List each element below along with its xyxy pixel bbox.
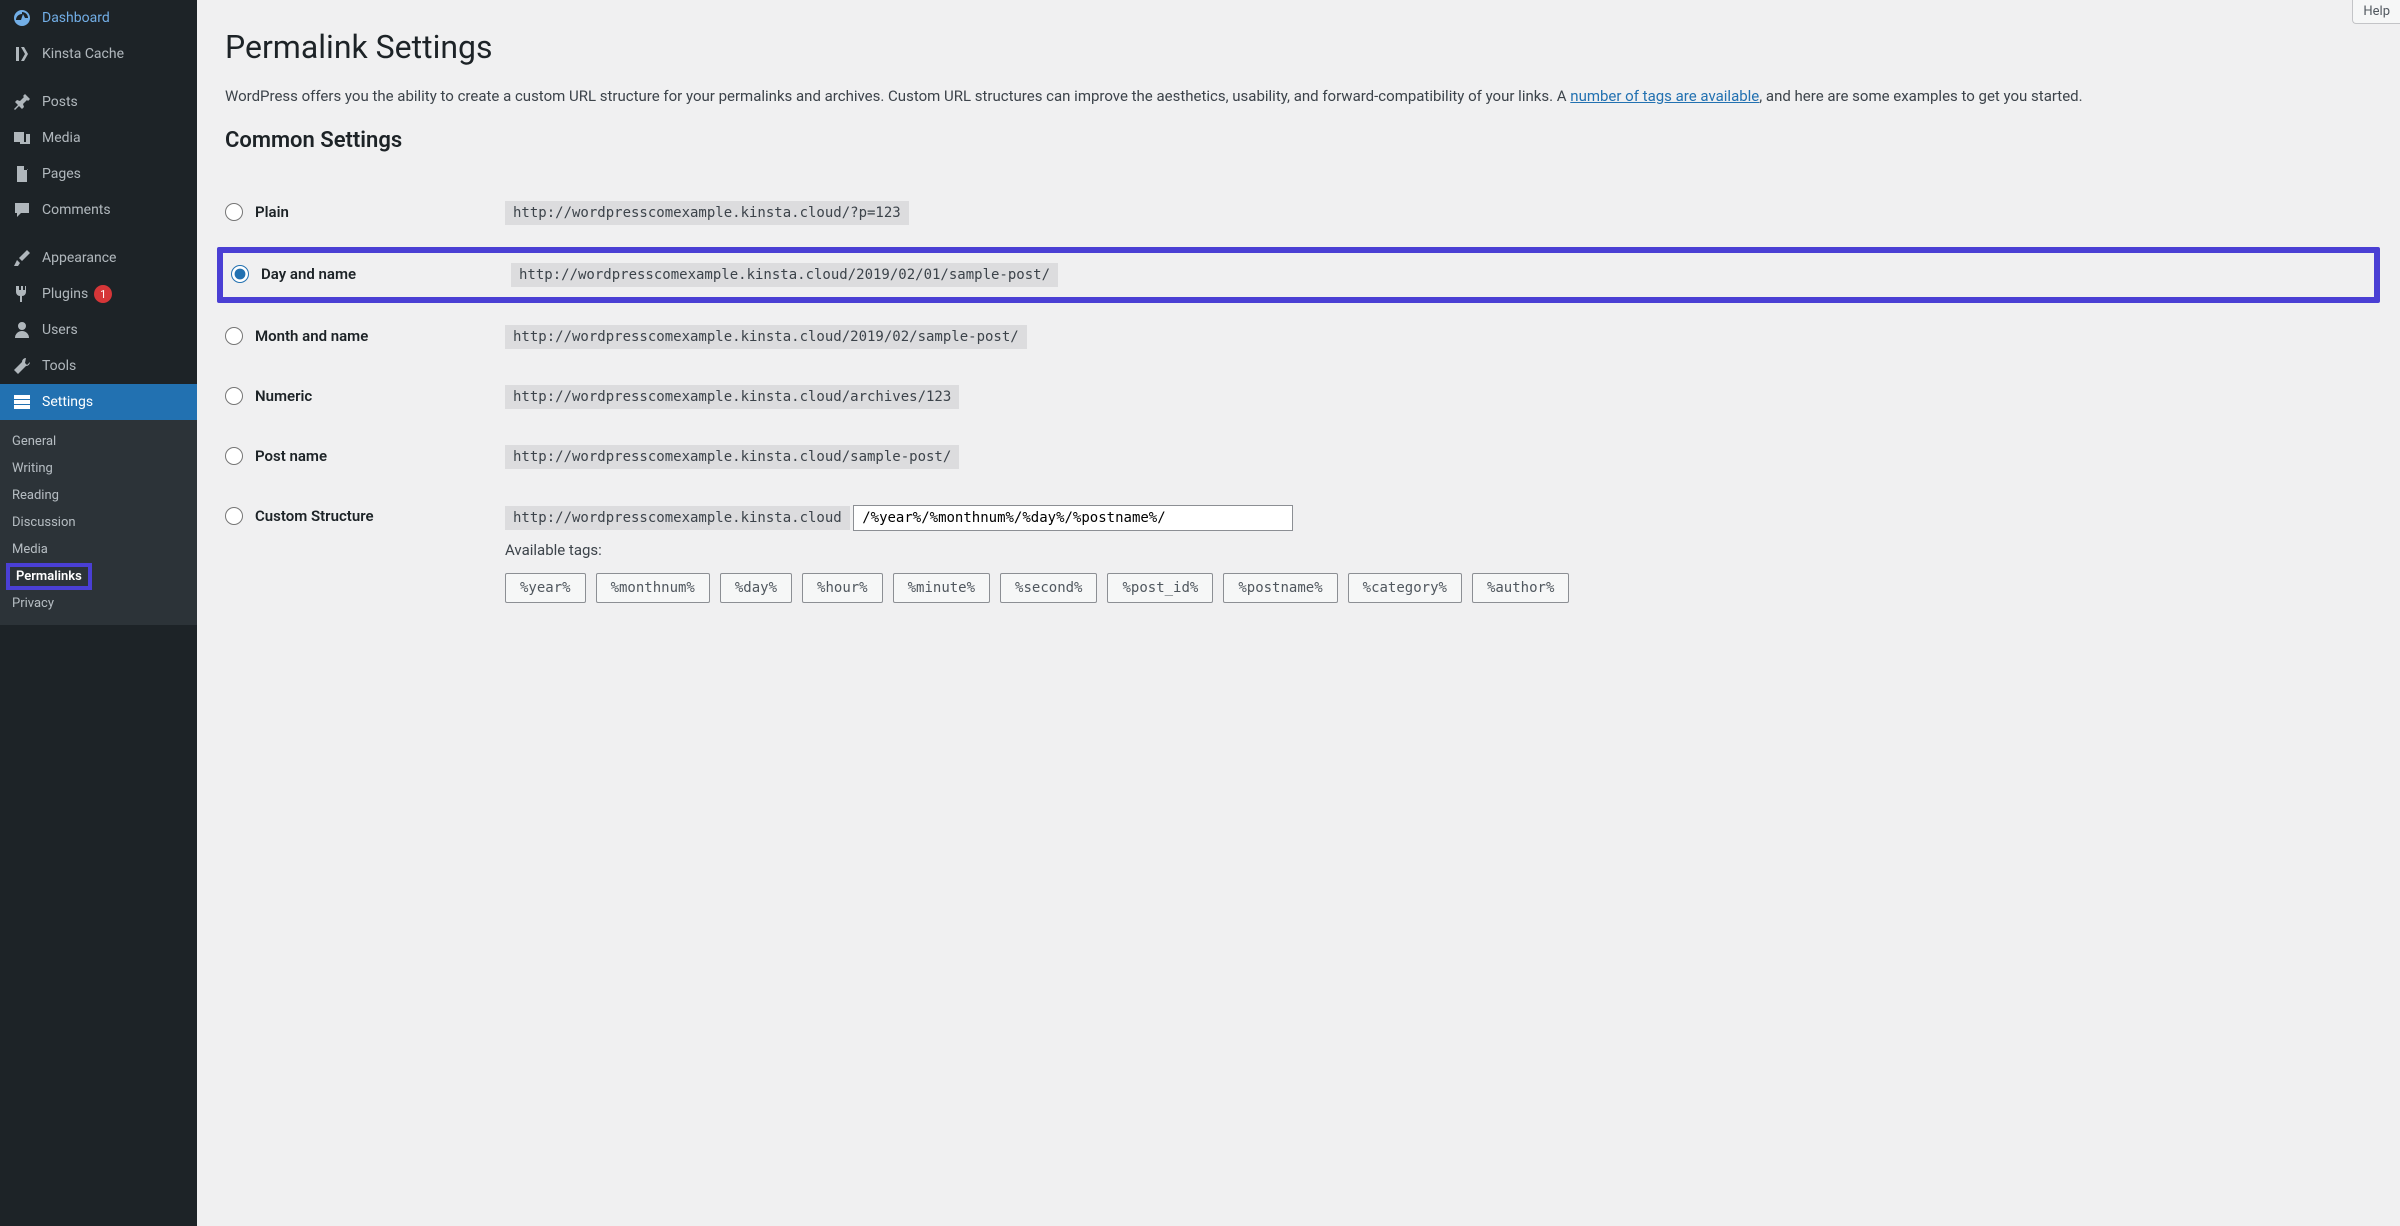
radio-custom[interactable] xyxy=(225,507,243,525)
sidebar-item-posts[interactable]: Posts xyxy=(0,84,197,120)
example-column: http://wordpresscomexample.kinsta.cloud/… xyxy=(505,325,2372,349)
submenu-media[interactable]: Media xyxy=(0,536,197,563)
option-label: Month and name xyxy=(255,327,368,345)
sidebar-item-tools[interactable]: Tools xyxy=(0,348,197,384)
option-row-month-name: Month and name http://wordpresscomexample… xyxy=(225,307,2372,367)
submenu-discussion[interactable]: Discussion xyxy=(0,509,197,536)
example-url: http://wordpresscomexample.kinsta.cloud/… xyxy=(511,263,1058,287)
tag-button[interactable]: %second% xyxy=(1000,573,1097,603)
sidebar-label: Comments xyxy=(42,202,111,218)
tag-button[interactable]: %author% xyxy=(1472,573,1569,603)
brush-icon xyxy=(12,248,32,268)
sidebar-label: Settings xyxy=(42,394,93,410)
sidebar-item-pages[interactable]: Pages xyxy=(0,156,197,192)
radio-group-month-name: Month and name xyxy=(225,325,505,345)
common-settings-heading: Common Settings xyxy=(225,128,2372,153)
option-label: Day and name xyxy=(261,265,356,283)
radio-plain[interactable] xyxy=(225,203,243,221)
tags-row: %year% %monthnum% %day% %hour% %minute% %seco… xyxy=(505,573,2372,603)
intro-text: WordPress offers you the ability to crea… xyxy=(225,84,2372,108)
settings-submenu: General Writing Reading Discussion Media… xyxy=(0,420,197,625)
tag-button[interactable]: %minute% xyxy=(893,573,990,603)
dashboard-icon xyxy=(12,8,32,28)
plug-icon xyxy=(12,284,32,304)
sidebar-item-plugins[interactable]: Plugins 1 xyxy=(0,276,197,312)
option-label: Custom Structure xyxy=(255,507,374,525)
example-column: http://wordpresscomexample.kinsta.cloud/… xyxy=(505,445,2372,469)
tag-button[interactable]: %day% xyxy=(720,573,792,603)
sidebar-item-media[interactable]: Media xyxy=(0,120,197,156)
sidebar-label: Posts xyxy=(42,94,78,110)
custom-base: http://wordpresscomexample.kinsta.cloud xyxy=(505,506,850,530)
tag-button[interactable]: %post_id% xyxy=(1107,573,1213,603)
sidebar-item-appearance[interactable]: Appearance xyxy=(0,240,197,276)
submenu-reading[interactable]: Reading xyxy=(0,482,197,509)
example-column: http://wordpresscomexample.kinsta.cloud/… xyxy=(505,201,2372,225)
radio-group-plain: Plain xyxy=(225,201,505,221)
example-url: http://wordpresscomexample.kinsta.cloud/… xyxy=(505,201,909,225)
media-icon xyxy=(12,128,32,148)
submenu-privacy[interactable]: Privacy xyxy=(0,590,197,617)
radio-post-name[interactable] xyxy=(225,447,243,465)
sidebar-item-comments[interactable]: Comments xyxy=(0,192,197,228)
option-row-day-name: Day and name http://wordpresscomexample.k… xyxy=(217,247,2380,303)
pin-icon xyxy=(12,92,32,112)
submenu-writing[interactable]: Writing xyxy=(0,455,197,482)
submenu-permalinks-wrap: Permalinks xyxy=(0,563,197,590)
option-row-post-name: Post name http://wordpresscomexample.kins… xyxy=(225,427,2372,487)
radio-group-post-name: Post name xyxy=(225,445,505,465)
comment-icon xyxy=(12,200,32,220)
radio-group-numeric: Numeric xyxy=(225,385,505,405)
radio-group-day-name: Day and name xyxy=(231,263,511,283)
kinsta-icon xyxy=(12,44,32,64)
option-row-plain: Plain http://wordpresscomexample.kinsta.c… xyxy=(225,183,2372,243)
radio-numeric[interactable] xyxy=(225,387,243,405)
sidebar-item-kinsta-cache[interactable]: Kinsta Cache xyxy=(0,36,197,72)
example-url: http://wordpresscomexample.kinsta.cloud/… xyxy=(505,445,959,469)
sidebar-item-dashboard[interactable]: Dashboard xyxy=(0,0,197,36)
sidebar-label: Dashboard xyxy=(42,10,110,26)
example-url: http://wordpresscomexample.kinsta.cloud/… xyxy=(505,385,959,409)
tag-button[interactable]: %category% xyxy=(1348,573,1462,603)
tag-button[interactable]: %postname% xyxy=(1223,573,1337,603)
available-tags-label: Available tags: xyxy=(505,541,2372,559)
sidebar-item-settings[interactable]: Settings xyxy=(0,384,197,420)
tags-link[interactable]: number of tags are available xyxy=(1570,87,1759,105)
option-row-custom: Custom Structure http://wordpresscomexam… xyxy=(225,487,2372,621)
sidebar-item-users[interactable]: Users xyxy=(0,312,197,348)
example-column: http://wordpresscomexample.kinsta.cloud/… xyxy=(511,263,2366,287)
sidebar-label: Plugins xyxy=(42,286,88,302)
custom-structure-input[interactable] xyxy=(853,505,1293,531)
tag-button[interactable]: %monthnum% xyxy=(596,573,710,603)
option-label: Numeric xyxy=(255,387,312,405)
settings-icon xyxy=(12,392,32,412)
sidebar-label: Pages xyxy=(42,166,81,182)
page-title: Permalink Settings xyxy=(225,28,2372,66)
sidebar-label: Media xyxy=(42,130,81,146)
radio-group-custom: Custom Structure xyxy=(225,505,505,525)
sidebar-label: Users xyxy=(42,322,78,338)
sidebar-label: Tools xyxy=(42,358,76,374)
wrench-icon xyxy=(12,356,32,376)
page-icon xyxy=(12,164,32,184)
update-badge: 1 xyxy=(94,285,112,303)
option-row-numeric: Numeric http://wordpresscomexample.kinsta… xyxy=(225,367,2372,427)
main-content: Help Permalink Settings WordPress offers… xyxy=(197,0,2400,1226)
option-label: Post name xyxy=(255,447,327,465)
example-column: http://wordpresscomexample.kinsta.cloud/… xyxy=(505,385,2372,409)
user-icon xyxy=(12,320,32,340)
submenu-permalinks[interactable]: Permalinks xyxy=(6,563,92,590)
tag-button[interactable]: %hour% xyxy=(802,573,883,603)
radio-month-name[interactable] xyxy=(225,327,243,345)
admin-sidebar: Dashboard Kinsta Cache Posts Media Pages… xyxy=(0,0,197,1226)
radio-day-name[interactable] xyxy=(231,265,249,283)
submenu-general[interactable]: General xyxy=(0,428,197,455)
tag-button[interactable]: %year% xyxy=(505,573,586,603)
sidebar-label: Appearance xyxy=(42,250,116,266)
option-label: Plain xyxy=(255,203,289,221)
example-url: http://wordpresscomexample.kinsta.cloud/… xyxy=(505,325,1027,349)
sidebar-label: Kinsta Cache xyxy=(42,46,124,62)
help-tab[interactable]: Help xyxy=(2352,0,2400,24)
custom-column: http://wordpresscomexample.kinsta.cloud … xyxy=(505,505,2372,603)
